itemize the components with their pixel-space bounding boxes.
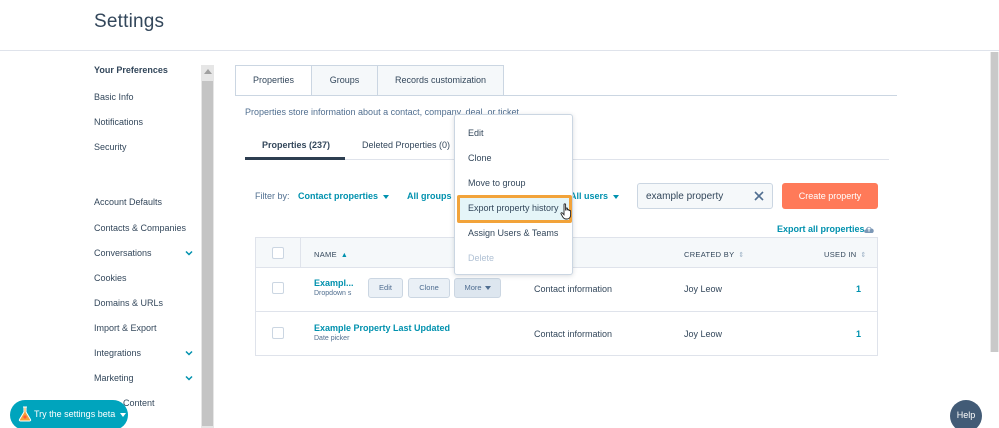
tab-properties[interactable]: Properties [235,65,312,96]
group-filter-dropdown[interactable]: All groups [407,191,452,201]
cloud-icon[interactable] [863,224,875,234]
sidebar-item-account-defaults[interactable]: Account Defaults [94,197,162,207]
property-type: Date picker [314,335,350,342]
select-all-checkbox[interactable] [272,247,284,259]
menu-item-assign-users-teams[interactable]: Assign Users & Teams [468,228,558,238]
sidebar-scrollbar[interactable] [201,65,214,428]
export-all-properties-link[interactable]: Export all properties [777,224,865,234]
more-actions-menu: Edit Clone Move to group Export property… [454,114,573,275]
user-filter-label: All users [570,191,609,201]
scroll-up-icon[interactable] [204,69,212,74]
object-filter-dropdown[interactable]: Contact properties [298,191,390,201]
row-checkbox[interactable] [272,282,284,294]
settings-page: Settings Your Preferences Basic Info Not… [0,0,999,428]
tab-groups[interactable]: Groups [311,65,378,96]
column-name[interactable]: NAME ▲ [314,250,348,259]
clear-icon[interactable] [753,190,765,202]
sidebar-scroll-thumb[interactable] [202,81,213,426]
sidebar-item-import-export[interactable]: Import & Export [94,323,157,333]
column-created-by[interactable]: CREATED BY ⇕ [684,250,745,259]
column-divider [300,238,301,268]
try-settings-beta-button[interactable]: Try the settings beta [10,400,128,428]
property-group: Contact information [534,284,613,294]
created-by: Joy Leow [684,329,723,339]
table-row: Example Property Last Updated Date picke… [256,312,877,356]
menu-item-move-to-group[interactable]: Move to group [468,178,526,188]
sidebar-item-notifications[interactable]: Notifications [94,117,143,127]
beta-label-text: Try the settings beta [34,409,116,419]
subtab-deleted-properties[interactable]: Deleted Properties (0) [362,140,450,150]
user-filter-dropdown[interactable]: All users [570,191,620,201]
menu-item-edit[interactable]: Edit [468,128,484,138]
sidebar-heading-your-preferences: Your Preferences [94,65,168,75]
tab-divider [235,95,897,96]
property-group: Contact information [534,329,613,339]
filter-label: Filter by: [255,191,290,201]
settings-sidebar: Your Preferences Basic Info Notification… [0,52,214,428]
sidebar-item-contacts-companies[interactable]: Contacts & Companies [94,223,186,233]
search-input[interactable]: example property [637,183,773,209]
sidebar-item-security[interactable]: Security [94,142,127,152]
search-value[interactable]: example property [646,191,723,202]
caret-down-icon [383,194,390,199]
subtab-properties[interactable]: Properties (237) [262,140,330,150]
used-in-count[interactable]: 1 [856,284,861,294]
menu-item-export-property-history[interactable]: Export property history [468,203,559,213]
column-name-label: NAME [314,250,337,259]
group-filter-label: All groups [407,191,452,201]
sort-icon[interactable]: ▲ [341,252,348,259]
caret-down-icon [613,194,620,199]
help-button[interactable]: Help [950,400,982,428]
object-filter-label: Contact properties [298,191,379,201]
menu-item-delete: Delete [468,253,495,263]
sidebar-item-marketing[interactable]: Marketing [94,373,134,383]
used-in-count[interactable]: 1 [856,329,861,339]
sidebar-item-integrations[interactable]: Integrations [94,348,141,358]
property-type: Dropdown s [314,290,352,297]
property-name-link[interactable]: Example Property Last Updated [314,323,450,333]
clone-button[interactable]: Clone [408,278,450,298]
created-by: Joy Leow [684,284,723,294]
row-checkbox[interactable] [272,327,284,339]
page-scroll-thumb[interactable] [991,52,998,352]
more-button-label: More [464,283,482,292]
beta-label: Try the settings beta [34,409,127,419]
hand-cursor-icon [560,203,572,220]
sidebar-item-cookies[interactable]: Cookies [94,273,127,283]
tab-records-customization[interactable]: Records customization [377,65,504,96]
subtab-active-indicator [245,157,345,160]
column-used-in-label: USED IN [824,250,857,259]
column-created-by-label: CREATED BY [684,250,735,259]
create-property-button[interactable]: Create property [782,183,878,209]
sidebar-item-domains-urls[interactable]: Domains & URLs [94,298,163,308]
sort-icon[interactable]: ⇕ [861,251,867,259]
page-scrollbar[interactable] [990,52,999,352]
page-title: Settings [94,11,165,32]
edit-button[interactable]: Edit [368,278,403,298]
menu-item-clone[interactable]: Clone [468,153,492,163]
more-button[interactable]: More [454,278,501,298]
chevron-down-icon[interactable] [185,249,193,257]
flask-icon [18,406,32,422]
column-used-in[interactable]: USED IN ⇕ [824,250,867,259]
sidebar-item-conversations[interactable]: Conversations [94,248,152,258]
page-header: Settings [0,0,999,51]
chevron-down-icon[interactable] [185,374,193,382]
property-name-link[interactable]: Exampl... [314,278,354,288]
chevron-down-icon[interactable] [185,349,193,357]
sidebar-item-content[interactable]: Content [123,398,155,408]
caret-down-icon [484,286,491,291]
caret-down-icon [120,412,127,417]
sidebar-item-basic-info[interactable]: Basic Info [94,92,134,102]
sort-icon[interactable]: ⇕ [738,251,744,259]
